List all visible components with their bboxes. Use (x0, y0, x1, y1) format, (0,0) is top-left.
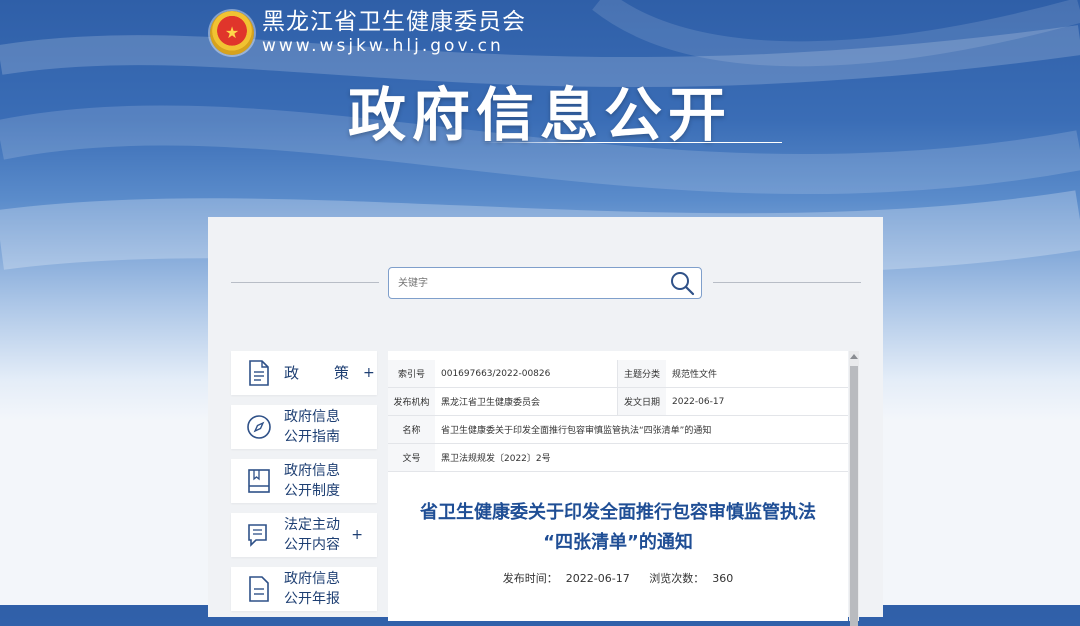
meta-key: 主题分类 (617, 360, 666, 388)
document-meta-table: 索引号 001697663/2022-00826 主题分类 规范性文件 发布机构… (388, 360, 848, 472)
chat-list-icon (246, 522, 272, 548)
sidebar-item-policy[interactable]: 政 策 + (231, 351, 377, 395)
publish-label: 发布时间： (502, 572, 558, 585)
search-input[interactable] (396, 276, 663, 290)
sidebar: 政 策 + 政府信息 公开指南 政府信息 公开制度 法定主动 公开内容 + 政府… (231, 351, 377, 621)
expand-icon[interactable]: + (351, 527, 363, 543)
table-row: 索引号 001697663/2022-00826 主题分类 规范性文件 (388, 360, 848, 388)
search-box (388, 267, 702, 299)
meta-value: 2022-06-17 (666, 387, 848, 416)
site-name[interactable]: 黑龙江省卫生健康委员会 (262, 9, 526, 35)
table-row: 文号 黑卫法规规发〔2022〕2号 (388, 443, 848, 472)
hero-title: 政府信息公开 (347, 81, 732, 149)
publish-date: 2022-06-17 (565, 572, 630, 585)
sidebar-item-label: 政 策 (284, 364, 360, 382)
scroll-up-icon[interactable] (849, 351, 859, 361)
site-url[interactable]: www.wsjkw.hlj.gov.cn (262, 35, 526, 57)
sidebar-item-label: 法定主动 公开内容 (284, 517, 340, 553)
scrollbar[interactable] (849, 351, 859, 626)
expand-icon[interactable]: + (363, 365, 375, 381)
sidebar-item-label: 政府信息 公开指南 (284, 409, 340, 445)
search-icon (671, 272, 695, 296)
site-header: ★ 黑龙江省卫生健康委员会 www.wsjkw.hlj.gov.cn (210, 8, 526, 58)
meta-key: 文号 (388, 443, 435, 472)
meta-value: 001697663/2022-00826 (435, 360, 618, 388)
meta-key: 名称 (388, 415, 435, 444)
document-title: 省卫生健康委关于印发全面推行包容审慎监管执法 “四张清单”的通知 (420, 502, 816, 553)
meta-value: 黑龙江省卫生健康委员会 (435, 387, 618, 416)
views-count: 360 (712, 572, 734, 585)
sidebar-item-label: 政府信息 公开制度 (284, 463, 340, 499)
hero-underline (482, 142, 782, 143)
search-divider-left (231, 282, 379, 283)
main-panel: 政 策 + 政府信息公开指南 政府信息公开制度 法定主动公开内容 (208, 217, 883, 626)
meta-value: 黑卫法规规发〔2022〕2号 (435, 443, 848, 472)
sidebar-item-system[interactable]: 政府信息 公开制度 (231, 459, 377, 503)
sidebar-item-annual-report[interactable]: 政府信息 公开年报 (231, 567, 377, 611)
search-button[interactable] (663, 268, 701, 298)
meta-value: 规范性文件 (666, 360, 848, 388)
meta-value: 省卫生健康委关于印发全面推行包容审慎监管执法“四张清单”的通知 (435, 415, 848, 444)
meta-key: 发布机构 (388, 387, 435, 416)
sidebar-item-statutory[interactable]: 法定主动 公开内容 + (231, 513, 377, 557)
table-row: 名称 省卫生健康委关于印发全面推行包容审慎监管执法“四张清单”的通知 (388, 415, 848, 444)
book-icon (246, 468, 272, 494)
document-icon (246, 360, 272, 386)
document-info: 发布时间： 2022-06-17 浏览次数： 360 (388, 570, 848, 586)
meta-key: 索引号 (388, 360, 435, 388)
document-content: 索引号 001697663/2022-00826 主题分类 规范性文件 发布机构… (388, 351, 848, 621)
report-icon (246, 576, 272, 602)
sidebar-item-guide[interactable]: 政府信息 公开指南 (231, 405, 377, 449)
views-label: 浏览次数： (649, 572, 705, 585)
search-divider-right (713, 282, 861, 283)
meta-key: 发文日期 (617, 387, 666, 416)
table-row: 发布机构 黑龙江省卫生健康委员会 发文日期 2022-06-17 (388, 387, 848, 416)
scroll-thumb[interactable] (850, 366, 858, 626)
sidebar-item-label: 政府信息 公开年报 (284, 571, 340, 607)
compass-icon (246, 414, 272, 440)
national-emblem-icon[interactable]: ★ (210, 11, 254, 55)
